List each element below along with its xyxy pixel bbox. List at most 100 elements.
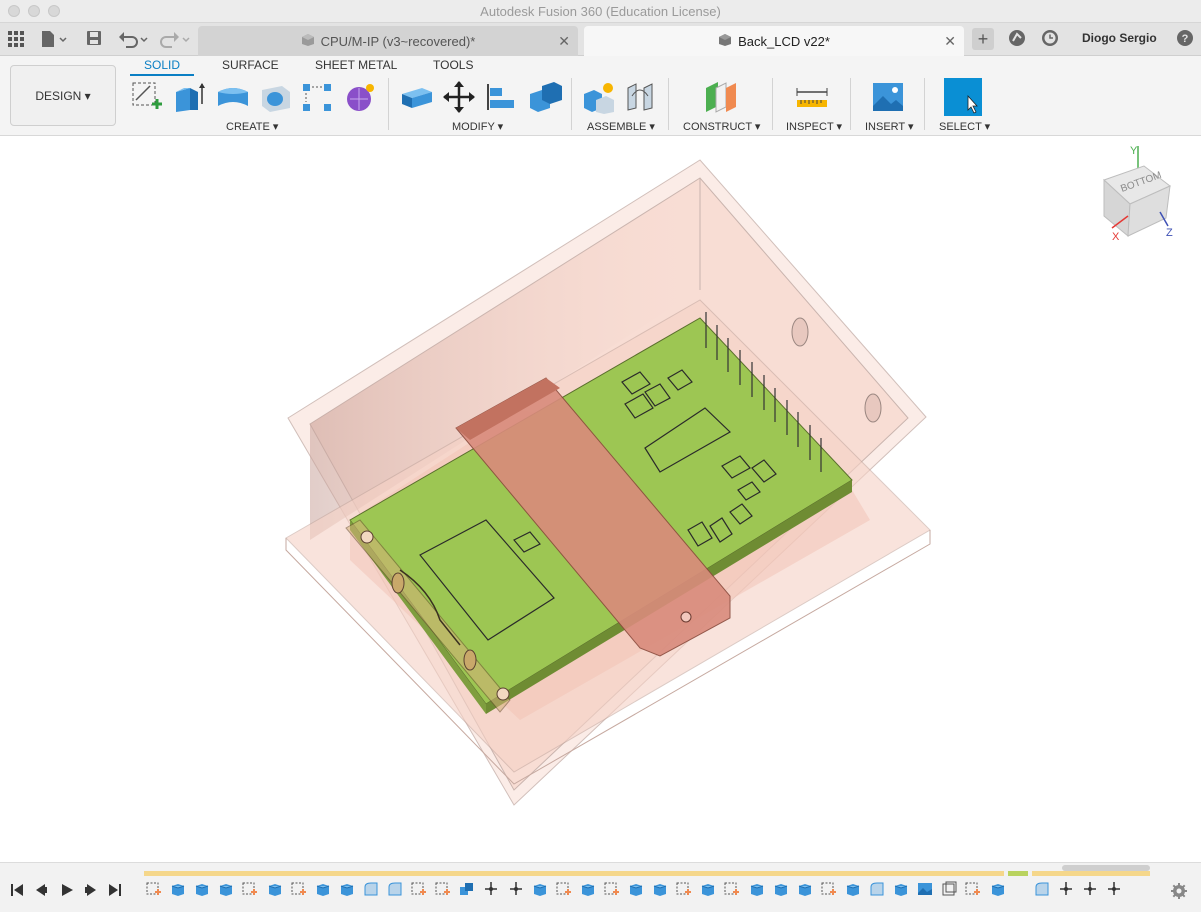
timeline-feature-extrude[interactable] (170, 881, 186, 896)
workspace-switcher[interactable]: DESIGN ▾ (10, 65, 116, 126)
create-sketch-icon[interactable] (130, 80, 164, 114)
timeline-feature-extrude[interactable] (532, 881, 548, 896)
new-component-icon[interactable] (582, 80, 616, 114)
timeline-feature-move[interactable] (1058, 881, 1074, 896)
timeline-feature-sketch[interactable] (242, 881, 258, 896)
press-pull-icon[interactable] (400, 80, 434, 114)
tab-solid[interactable]: SOLID (130, 58, 195, 76)
window-title: Autodesk Fusion 360 (Education License) (480, 4, 721, 19)
timeline-track (1032, 871, 1150, 876)
new-tab-button[interactable]: + (972, 28, 994, 50)
create-form-icon[interactable] (344, 80, 378, 114)
pattern-icon[interactable] (300, 80, 334, 114)
undo-icon[interactable] (118, 30, 150, 53)
timeline-feature-extrude[interactable] (580, 881, 596, 896)
timeline-feature-combine[interactable] (459, 881, 475, 896)
timeline-feature-extrude[interactable] (652, 881, 668, 896)
modify-menu[interactable]: MODIFY ▾ (452, 120, 503, 133)
viewport-canvas[interactable]: Y BOTTOM X Z (0, 136, 1201, 862)
timeline-feature-sketch[interactable] (604, 881, 620, 896)
timeline-feature-canvas[interactable] (917, 881, 933, 896)
tab-back-lcd[interactable]: Back_LCD v22* ✕ (584, 26, 964, 56)
timeline-feature-move[interactable] (1106, 881, 1122, 896)
select-menu[interactable]: SELECT ▾ (939, 120, 990, 133)
timeline-feature-move[interactable] (1082, 881, 1098, 896)
user-name[interactable]: Diogo Sergio (1082, 31, 1157, 45)
tab-tools[interactable]: TOOLS (433, 58, 473, 72)
save-icon[interactable] (86, 30, 102, 51)
timeline-feature-sketch[interactable] (556, 881, 572, 896)
measure-icon[interactable] (795, 80, 829, 114)
extrude-icon[interactable] (172, 80, 206, 114)
construct-menu[interactable]: CONSTRUCT ▾ (683, 120, 760, 133)
tab-cpu-mip[interactable]: CPU/M-IP (v3~recovered)* ✕ (198, 26, 578, 56)
timeline-feature-sketch[interactable] (965, 881, 981, 896)
select-icon[interactable] (944, 78, 982, 116)
joint-icon[interactable] (624, 80, 658, 114)
timeline-feature-sketch[interactable] (435, 881, 451, 896)
timeline-feature-extrude[interactable] (339, 881, 355, 896)
timeline-feature-fillet[interactable] (363, 881, 379, 896)
timeline-marker[interactable] (1008, 871, 1028, 876)
align-icon[interactable] (484, 80, 518, 114)
go-to-start-icon[interactable] (10, 883, 24, 901)
help-icon[interactable]: ? (1176, 29, 1194, 52)
timeline-feature-chamfer[interactable] (1034, 881, 1050, 896)
inspect-menu[interactable]: INSPECT ▾ (786, 120, 842, 133)
combine-icon[interactable] (528, 80, 562, 114)
model-viewport[interactable] (0, 136, 1201, 862)
view-cube[interactable]: Y BOTTOM X Z (1100, 146, 1180, 246)
file-icon[interactable] (40, 30, 68, 53)
insert-menu[interactable]: INSERT ▾ (865, 120, 914, 133)
gear-icon[interactable] (1171, 883, 1187, 904)
timeline-feature-extrude[interactable] (218, 881, 234, 896)
timeline-feature-sketch[interactable] (724, 881, 740, 896)
close-icon[interactable]: ✕ (558, 33, 570, 50)
divider (388, 78, 389, 130)
timeline-feature-move[interactable] (483, 881, 499, 896)
timeline-feature-extrude[interactable] (628, 881, 644, 896)
timeline-feature-extrude[interactable] (315, 881, 331, 896)
step-back-icon[interactable] (34, 883, 48, 901)
timeline-feature-move[interactable] (508, 881, 524, 896)
assemble-menu[interactable]: ASSEMBLE ▾ (587, 120, 655, 133)
plus-icon: + (977, 29, 989, 49)
offset-plane-icon[interactable] (704, 80, 738, 114)
timeline-feature-box[interactable] (941, 881, 957, 896)
tab-surface[interactable]: SURFACE (222, 58, 279, 72)
go-to-end-icon[interactable] (108, 883, 122, 901)
revolve-icon[interactable] (216, 80, 250, 114)
timeline-feature-extrude[interactable] (893, 881, 909, 896)
create-menu[interactable]: CREATE ▾ (226, 120, 278, 133)
timeline-feature-extrude[interactable] (267, 881, 283, 896)
move-icon[interactable] (442, 80, 476, 114)
timeline-feature-extrude[interactable] (700, 881, 716, 896)
timeline-feature-extrude[interactable] (194, 881, 210, 896)
timeline-feature-sketch[interactable] (411, 881, 427, 896)
timeline-feature-sketch[interactable] (146, 881, 162, 896)
clock-icon[interactable] (1041, 29, 1059, 52)
hole-icon[interactable] (258, 80, 292, 114)
tab-label: CPU/M-IP (v3~recovered)* (320, 33, 476, 49)
extensions-icon[interactable] (1008, 29, 1026, 52)
insert-canvas-icon[interactable] (871, 80, 905, 114)
timeline-feature-sketch[interactable] (676, 881, 692, 896)
close-icon[interactable]: ✕ (944, 33, 956, 50)
timeline-feature-extrude[interactable] (990, 881, 1006, 896)
timeline-track (144, 871, 1004, 876)
timeline-feature-chamfer[interactable] (869, 881, 885, 896)
timeline-feature-sketch[interactable] (291, 881, 307, 896)
timeline-feature-sketch[interactable] (821, 881, 837, 896)
timeline-feature-fillet[interactable] (387, 881, 403, 896)
timeline-feature-extrude[interactable] (749, 881, 765, 896)
timeline-feature-extrude[interactable] (845, 881, 861, 896)
timeline-scrollbar[interactable] (1062, 865, 1150, 871)
grid-icon[interactable] (8, 31, 24, 52)
timeline-feature-extrude[interactable] (773, 881, 789, 896)
timeline-feature-extrude[interactable] (797, 881, 813, 896)
play-icon[interactable] (60, 883, 74, 901)
redo-icon[interactable] (160, 30, 192, 53)
divider (772, 78, 773, 130)
tab-sheet-metal[interactable]: SHEET METAL (315, 58, 397, 72)
step-forward-icon[interactable] (84, 883, 98, 901)
